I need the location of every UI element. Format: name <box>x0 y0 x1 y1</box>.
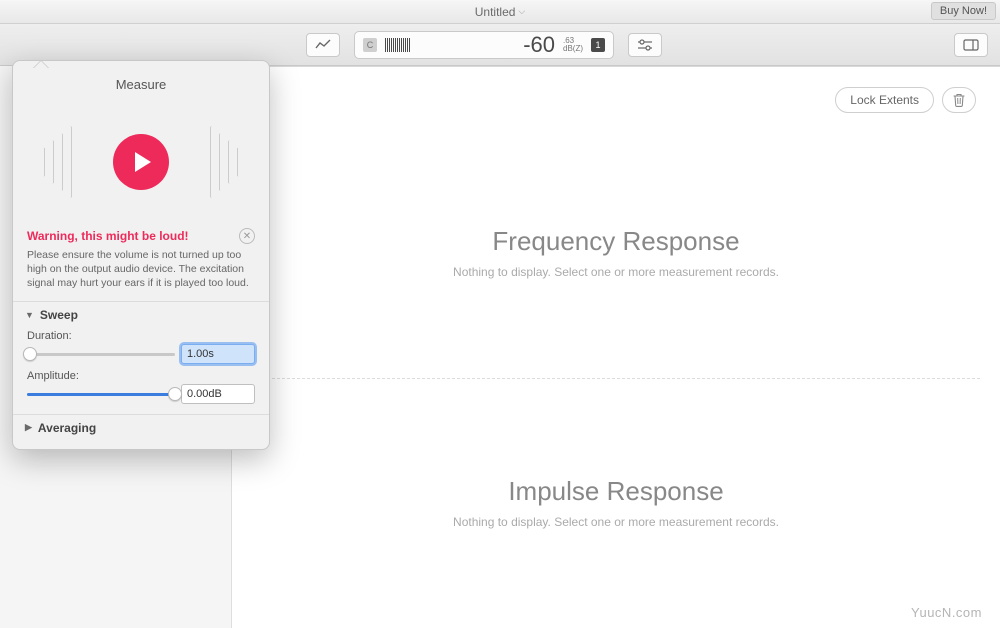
averaging-label: Averaging <box>38 421 96 435</box>
buy-now-button[interactable]: Buy Now! <box>931 2 996 20</box>
disclosure-triangle-icon: ▶ <box>25 422 32 433</box>
lock-extents-button[interactable]: Lock Extents <box>835 87 934 113</box>
channel-badge: C <box>363 38 377 52</box>
settings-button[interactable] <box>628 33 662 57</box>
document-title[interactable]: Untitled ⌵ <box>475 5 526 19</box>
play-visual <box>13 102 269 222</box>
sidebar-icon <box>963 39 979 51</box>
duration-field: Duration: <box>13 328 269 368</box>
content-area: Lock Extents Frequency Response Nothing … <box>232 66 1000 628</box>
popover-title: Measure <box>13 61 269 102</box>
duration-input[interactable] <box>181 344 255 364</box>
titlebar: Untitled ⌵ Buy Now! <box>0 0 1000 24</box>
sweep-label: Sweep <box>40 308 78 322</box>
amplitude-input[interactable] <box>181 384 255 404</box>
amplitude-field: Amplitude: <box>13 368 269 408</box>
sliders-icon <box>637 39 653 51</box>
document-title-text: Untitled <box>475 5 516 19</box>
warning-title: Warning, this might be loud! <box>27 229 189 243</box>
sound-waves-right-icon <box>210 126 241 198</box>
duration-label: Duration: <box>27 330 255 342</box>
duration-slider[interactable] <box>27 347 175 361</box>
chart-subtitle: Nothing to display. Select one or more m… <box>453 515 779 529</box>
chart-title: Frequency Response <box>492 226 739 257</box>
meter-reading: -60 <box>523 32 555 58</box>
impulse-response-chart: Impulse Response Nothing to display. Sel… <box>232 378 1000 628</box>
meter-ticks <box>385 38 410 52</box>
chart-toggle-button[interactable] <box>306 33 340 57</box>
chart-actions: Lock Extents <box>835 87 976 113</box>
measure-popover: Measure Warning, this might be loud! ✕ P… <box>12 60 270 450</box>
chart-title: Impulse Response <box>508 476 723 507</box>
sidebar-toggle-button[interactable] <box>954 33 988 57</box>
dismiss-warning-button[interactable]: ✕ <box>239 228 255 244</box>
warning-body: Please ensure the volume is not turned u… <box>13 246 269 301</box>
sound-waves-left-icon <box>41 126 72 198</box>
level-meter: C -60 .63 dB(Z) 1 <box>354 31 614 59</box>
close-icon: ✕ <box>243 231 251 242</box>
line-chart-icon <box>315 39 331 51</box>
averaging-section-header[interactable]: ▶ Averaging <box>13 414 269 441</box>
meter-unit-bottom: dB(Z) <box>563 45 583 53</box>
charts: Frequency Response Nothing to display. S… <box>232 127 1000 628</box>
amplitude-label: Amplitude: <box>27 370 255 382</box>
buy-now-label: Buy Now! <box>940 5 987 17</box>
meter-count-badge: 1 <box>591 38 605 52</box>
watermark: YuucN.com <box>911 605 982 620</box>
sweep-section-header[interactable]: ▼ Sweep <box>13 301 269 328</box>
lock-extents-label: Lock Extents <box>850 93 919 107</box>
chart-subtitle: Nothing to display. Select one or more m… <box>453 265 779 279</box>
frequency-response-chart: Frequency Response Nothing to display. S… <box>232 127 1000 378</box>
trash-icon <box>953 93 965 107</box>
meter-units: .63 dB(Z) <box>563 37 583 53</box>
disclosure-triangle-icon: ▼ <box>25 310 34 320</box>
amplitude-slider[interactable] <box>27 387 175 401</box>
delete-button[interactable] <box>942 87 976 113</box>
chevron-down-icon: ⌵ <box>518 6 525 17</box>
play-icon <box>135 152 151 172</box>
play-button[interactable] <box>113 134 169 190</box>
